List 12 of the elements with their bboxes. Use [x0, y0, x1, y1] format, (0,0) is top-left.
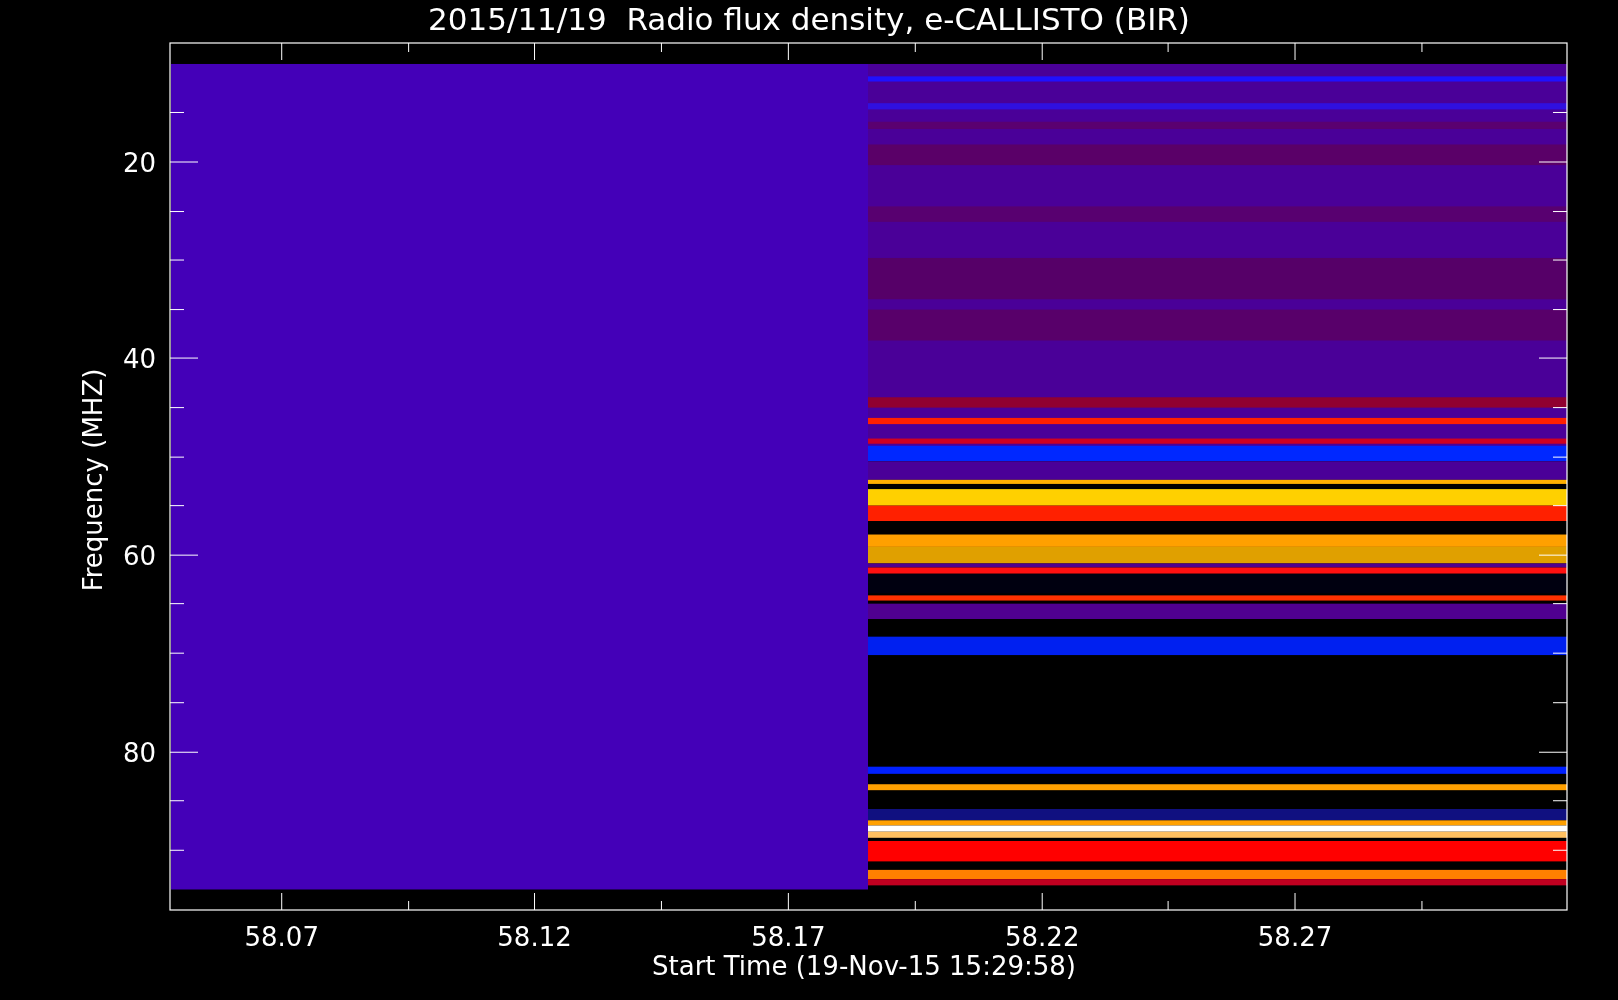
y-tick-label: 60	[122, 541, 156, 572]
y-tick-label: 20	[122, 148, 156, 178]
x-tick-label: 58.27	[1257, 922, 1333, 952]
x-tick-label: 58.22	[1005, 922, 1080, 952]
y-tick-label: 40	[122, 344, 156, 375]
plot-title: 2015/11/19 Radio flux density, e-CALLISTO (BIR)	[428, 1, 1190, 37]
x-tick-label: 58.17	[751, 922, 826, 952]
y-axis-title: Frequency (MHZ)	[78, 368, 108, 592]
x-axis-title: Start Time (19-Nov-15 15:29:58)	[652, 951, 1076, 981]
y-tick-label: 80	[122, 738, 156, 769]
x-tick-label: 58.12	[497, 922, 572, 952]
x-tick-label: 58.07	[244, 922, 319, 952]
